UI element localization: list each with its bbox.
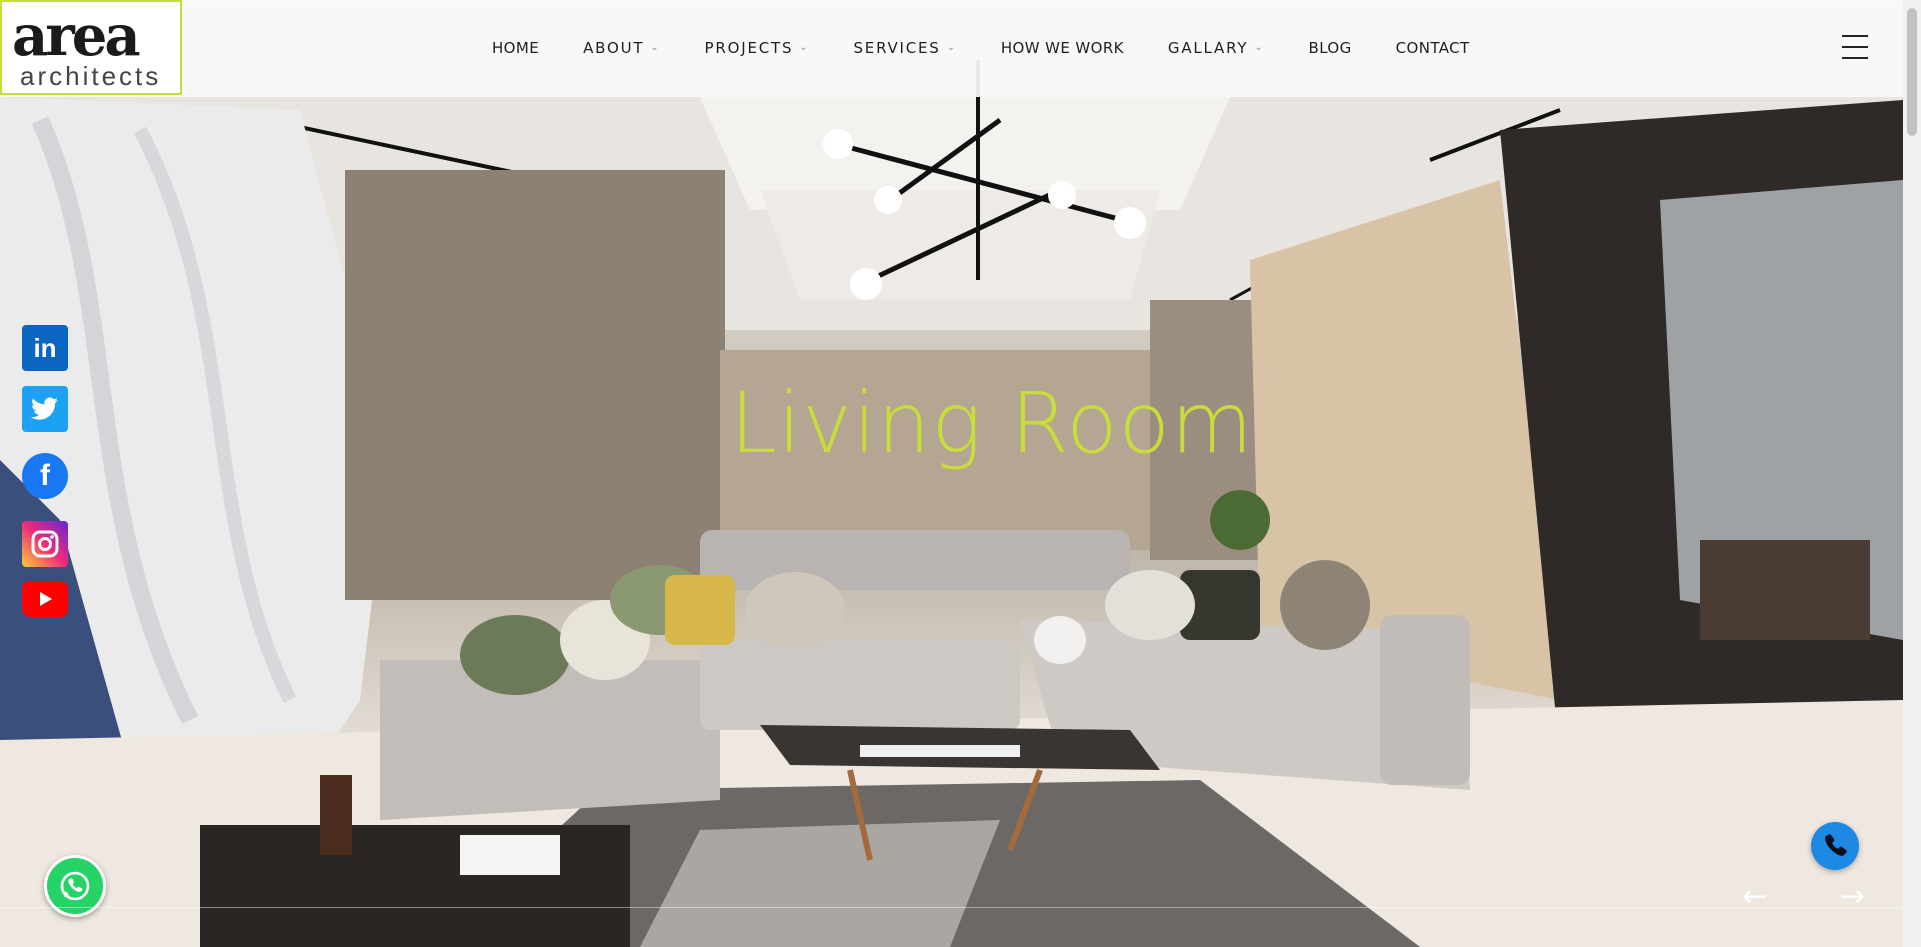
site-header: area architects HOME ABOUT ⌄ PROJECTS ⌄ … bbox=[0, 0, 1903, 97]
nav-item-blog[interactable]: BLOG bbox=[1309, 39, 1352, 57]
chevron-down-icon: ⌄ bbox=[799, 41, 810, 53]
play-glyph bbox=[40, 592, 52, 606]
slider-next-arrow-icon[interactable]: → bbox=[1840, 882, 1865, 912]
instagram-icon[interactable] bbox=[22, 521, 68, 567]
nav-item-home[interactable]: HOME bbox=[492, 39, 539, 57]
whatsapp-phone-glyph bbox=[60, 871, 90, 901]
nav-item-contact[interactable]: CONTACT bbox=[1396, 39, 1470, 57]
nav-item-label: HOME bbox=[492, 39, 540, 57]
nav-item-label: SERVICES bbox=[853, 39, 941, 57]
scrollbar-thumb[interactable] bbox=[1907, 8, 1917, 136]
hamburger-icon[interactable] bbox=[1842, 35, 1868, 59]
logo-sub-text: architects bbox=[20, 61, 162, 91]
nav-item-how-we-work[interactable]: HOW WE WORK bbox=[1001, 39, 1124, 57]
nav-item-label: HOW WE WORK bbox=[1000, 39, 1124, 57]
linkedin-icon-label: in bbox=[33, 332, 57, 363]
instagram-glyph bbox=[31, 530, 59, 558]
slider-prev-arrow-icon[interactable]: ← bbox=[1742, 882, 1767, 912]
chevron-down-icon: ⌄ bbox=[946, 41, 957, 53]
chevron-down-icon: ⌄ bbox=[650, 41, 661, 53]
phone-glyph bbox=[1825, 834, 1847, 856]
page-scrollbar[interactable] bbox=[1903, 0, 1921, 947]
hero-slide bbox=[0, 0, 1903, 947]
nav-item-label: CONTACT bbox=[1395, 39, 1470, 57]
facebook-icon[interactable]: f bbox=[22, 453, 68, 499]
nav-item-label: ABOUT bbox=[583, 39, 645, 57]
nav-item-gallary[interactable]: GALLARY ⌄ bbox=[1168, 39, 1265, 57]
youtube-icon[interactable] bbox=[22, 581, 68, 617]
nav-item-label: GALLARY bbox=[1167, 39, 1249, 57]
slide-title: Living Room bbox=[730, 374, 1254, 472]
nav-item-label: BLOG bbox=[1308, 39, 1352, 57]
phone-call-icon[interactable] bbox=[1811, 822, 1859, 870]
twitter-bird-glyph bbox=[31, 397, 58, 420]
logo-main-text: area bbox=[12, 3, 141, 69]
nav-item-about[interactable]: ABOUT ⌄ bbox=[583, 39, 660, 57]
twitter-icon[interactable] bbox=[22, 386, 68, 432]
slider-divider bbox=[0, 907, 1903, 908]
linkedin-icon[interactable]: in bbox=[22, 325, 68, 371]
nav-item-label: PROJECTS bbox=[704, 39, 794, 57]
nav-item-services[interactable]: SERVICES ⌄ bbox=[853, 39, 956, 57]
chevron-down-icon: ⌄ bbox=[1254, 41, 1265, 53]
hero-background-image bbox=[0, 60, 1903, 947]
nav-item-projects[interactable]: PROJECTS ⌄ bbox=[705, 39, 810, 57]
facebook-icon-label: f bbox=[40, 459, 50, 492]
main-nav: HOME ABOUT ⌄ PROJECTS ⌄ SERVICES ⌄ HOW W… bbox=[492, 36, 1470, 60]
site-logo[interactable]: area architects bbox=[0, 0, 182, 95]
